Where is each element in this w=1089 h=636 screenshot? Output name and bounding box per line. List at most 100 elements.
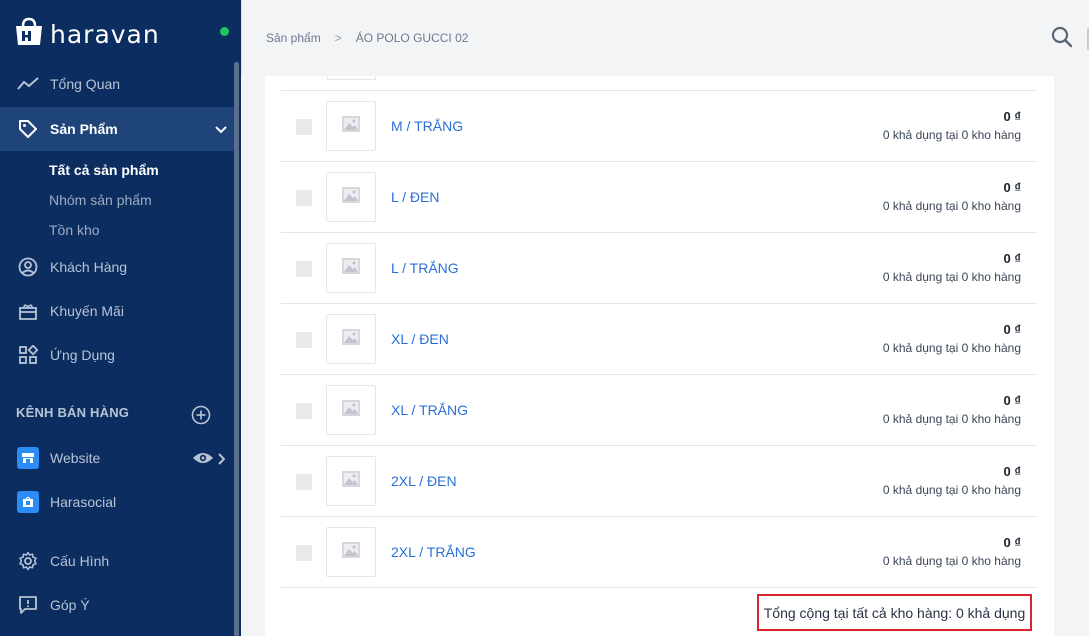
- breadcrumb-separator: >: [334, 31, 342, 45]
- image-placeholder-icon: [341, 328, 361, 351]
- variant-stock: 0 khả dụng tại 0 kho hàng: [882, 199, 1021, 213]
- nav-item-settings[interactable]: Cấu Hình: [0, 539, 234, 583]
- view-website-controls[interactable]: [192, 451, 226, 470]
- variant-stock: 0 khả dụng tại 0 kho hàng: [882, 412, 1021, 426]
- previous-row-thumbnail-edge: [327, 76, 376, 80]
- nav-item-products[interactable]: Sản Phẩm: [0, 107, 234, 151]
- row-checkbox[interactable]: [296, 332, 312, 348]
- variant-price: 0 ₫: [1003, 180, 1021, 195]
- variant-price: 0 ₫: [1003, 535, 1021, 550]
- table-row[interactable]: XL / ĐEN 0 ₫ 0 khả dụng tại 0 kho hàng: [281, 303, 1037, 374]
- nav-item-overview[interactable]: Tổng Quan: [0, 62, 234, 106]
- sales-channels-heading: KÊNH BÁN HÀNG: [16, 405, 130, 420]
- table-row[interactable]: XL / TRẮNG 0 ₫ 0 khả dụng tại 0 kho hàng: [281, 374, 1037, 445]
- nav-label: Sản Phẩm: [50, 121, 118, 137]
- top-bar: Sản phẩm > ÁO POLO GUCCI 02: [241, 0, 1089, 76]
- table-row[interactable]: 2XL / ĐEN 0 ₫ 0 khả dụng tại 0 kho hàng: [281, 445, 1037, 516]
- variant-stock: 0 khả dụng tại 0 kho hàng: [882, 483, 1021, 497]
- search-icon[interactable]: [1051, 26, 1073, 53]
- variant-stock: 0 khả dụng tại 0 kho hàng: [882, 270, 1021, 284]
- variant-thumbnail[interactable]: [326, 243, 376, 293]
- variant-thumbnail[interactable]: [326, 527, 376, 577]
- nav-item-customers[interactable]: Khách Hàng: [0, 245, 234, 289]
- haravan-logo[interactable]: haravan: [12, 14, 160, 54]
- sub-item-all-products[interactable]: Tất cả sản phẩm: [49, 162, 159, 178]
- variant-name-link[interactable]: XL / TRẮNG: [391, 402, 468, 418]
- variant-thumbnail[interactable]: [326, 172, 376, 222]
- brand-name: haravan: [50, 19, 160, 49]
- nav-item-feedback[interactable]: Góp Ý: [0, 583, 234, 627]
- breadcrumb-current: ÁO POLO GUCCI 02: [355, 31, 469, 45]
- variant-price: 0 ₫: [1003, 251, 1021, 266]
- sidebar-scrollbar[interactable]: [234, 62, 239, 636]
- list-divider: [281, 587, 1037, 588]
- nav-label: Khuyến Mãi: [50, 303, 124, 319]
- image-placeholder-icon: [341, 541, 361, 564]
- breadcrumb: Sản phẩm > ÁO POLO GUCCI 02: [266, 31, 468, 45]
- gift-icon: [17, 300, 39, 322]
- sidebar: haravan Tổng Quan Sản Phẩm Tất cả sản ph…: [0, 0, 241, 636]
- nav-label: Góp Ý: [50, 597, 90, 613]
- image-placeholder-icon: [341, 470, 361, 493]
- variant-name-link[interactable]: 2XL / ĐEN: [391, 473, 457, 489]
- nav-label: Ứng Dụng: [50, 347, 115, 363]
- total-stock-summary: Tổng cộng tại tất cả kho hàng: 0 khả dụn…: [757, 594, 1032, 631]
- image-placeholder-icon: [341, 115, 361, 138]
- variant-stock: 0 khả dụng tại 0 kho hàng: [882, 554, 1021, 568]
- table-row[interactable]: L / ĐEN 0 ₫ 0 khả dụng tại 0 kho hàng: [281, 161, 1037, 232]
- nav-label: Cấu Hình: [50, 553, 110, 569]
- row-checkbox[interactable]: [296, 545, 312, 561]
- variant-price: 0 ₫: [1003, 393, 1021, 408]
- variant-name-link[interactable]: XL / ĐEN: [391, 331, 449, 347]
- online-status-dot: [220, 27, 229, 36]
- trend-line-icon: [17, 73, 39, 95]
- row-checkbox[interactable]: [296, 190, 312, 206]
- tag-icon: [17, 118, 39, 140]
- nav-label: Tổng Quan: [50, 76, 121, 92]
- breadcrumb-products-link[interactable]: Sản phẩm: [266, 31, 321, 45]
- apps-grid-icon: [17, 344, 39, 366]
- variant-price: 0 ₫: [1003, 322, 1021, 337]
- sub-item-product-groups[interactable]: Nhóm sản phẩm: [49, 192, 152, 208]
- row-checkbox[interactable]: [296, 474, 312, 490]
- add-channel-icon[interactable]: [191, 405, 211, 430]
- variant-thumbnail[interactable]: [326, 314, 376, 364]
- variant-price: 0 ₫: [1003, 464, 1021, 479]
- shopping-bag-logo-icon: [12, 17, 46, 52]
- nav-item-promotions[interactable]: Khuyến Mãi: [0, 289, 234, 333]
- row-checkbox[interactable]: [296, 403, 312, 419]
- sub-item-inventory[interactable]: Tồn kho: [49, 222, 100, 238]
- variant-thumbnail[interactable]: [326, 101, 376, 151]
- gear-icon: [17, 550, 39, 572]
- eye-icon[interactable]: [192, 451, 214, 470]
- variant-name-link[interactable]: 2XL / TRẮNG: [391, 544, 476, 560]
- channel-label: Harasocial: [50, 494, 117, 510]
- variant-stock: 0 khả dụng tại 0 kho hàng: [882, 341, 1021, 355]
- channel-harasocial[interactable]: Harasocial: [0, 480, 234, 524]
- variant-stock: 0 khả dụng tại 0 kho hàng: [882, 128, 1021, 142]
- variant-name-link[interactable]: M / TRẮNG: [391, 118, 463, 134]
- row-checkbox[interactable]: [296, 261, 312, 277]
- channel-label: Website: [50, 450, 101, 466]
- social-shop-icon: [17, 491, 39, 513]
- user-circle-icon: [17, 256, 39, 278]
- image-placeholder-icon: [341, 399, 361, 422]
- variants-card: M / TRẮNG 0 ₫ 0 khả dụng tại 0 kho hàng L /…: [265, 76, 1054, 636]
- chevron-down-icon: [214, 122, 228, 138]
- nav-label: Khách Hàng: [50, 259, 128, 275]
- row-checkbox[interactable]: [296, 119, 312, 135]
- feedback-icon: [17, 594, 39, 616]
- variant-name-link[interactable]: L / TRẮNG: [391, 260, 459, 276]
- variant-name-link[interactable]: L / ĐEN: [391, 189, 440, 205]
- image-placeholder-icon: [341, 186, 361, 209]
- table-row[interactable]: 2XL / TRẮNG 0 ₫ 0 khả dụng tại 0 kho hàng: [281, 516, 1037, 587]
- variant-thumbnail[interactable]: [326, 456, 376, 506]
- table-row[interactable]: M / TRẮNG 0 ₫ 0 khả dụng tại 0 kho hàng: [281, 90, 1037, 161]
- chevron-right-icon[interactable]: [217, 452, 226, 470]
- table-row[interactable]: L / TRẮNG 0 ₫ 0 khả dụng tại 0 kho hàng: [281, 232, 1037, 303]
- variant-thumbnail[interactable]: [326, 385, 376, 435]
- image-placeholder-icon: [341, 257, 361, 280]
- nav-item-apps[interactable]: Ứng Dụng: [0, 333, 234, 377]
- storefront-icon: [17, 447, 39, 469]
- variant-price: 0 ₫: [1003, 109, 1021, 124]
